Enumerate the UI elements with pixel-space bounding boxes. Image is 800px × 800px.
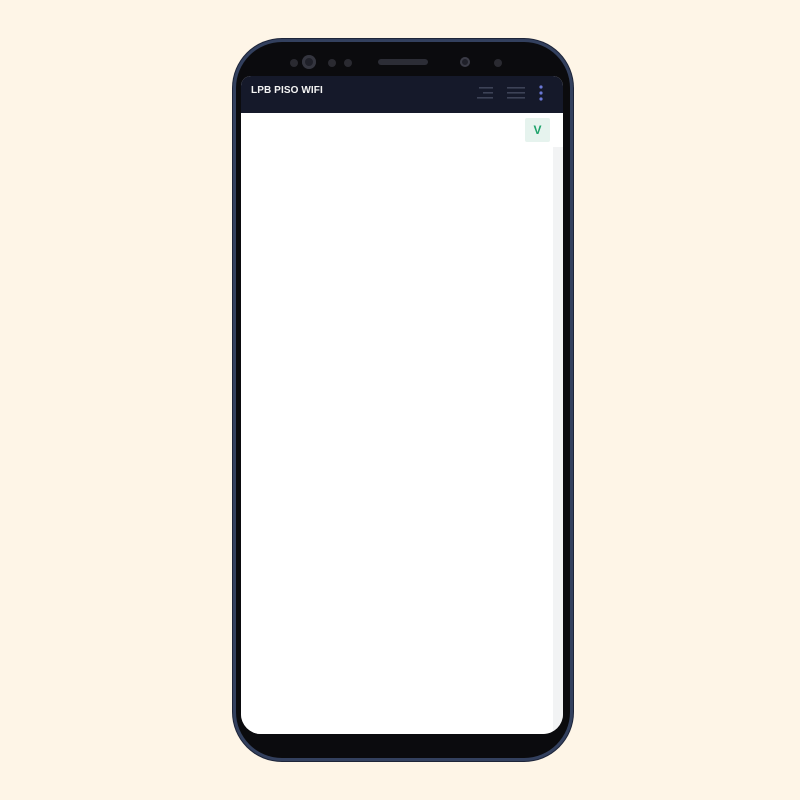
app-title: LPB PISO WIFI	[251, 85, 323, 96]
app-bar: LPB PISO WIFI	[241, 76, 563, 113]
filter-lines-icon[interactable]	[475, 84, 495, 102]
earpiece-speaker	[378, 59, 428, 65]
scrollbar-track[interactable]	[553, 147, 563, 734]
front-camera-icon	[460, 57, 470, 67]
power-button	[570, 234, 574, 288]
menu-lines-icon[interactable]	[505, 84, 527, 102]
more-vertical-icon[interactable]	[536, 84, 546, 102]
stage: LPB PISO WIFI V	[0, 0, 800, 800]
sensor-icon	[290, 59, 298, 67]
content-area	[241, 147, 553, 734]
sensor-icon	[328, 59, 336, 67]
sensor-icon	[494, 59, 502, 67]
sensor-icon	[344, 59, 352, 67]
version-badge[interactable]: V	[525, 118, 550, 142]
phone-screen: LPB PISO WIFI V	[241, 76, 563, 734]
sub-bar: V	[241, 113, 563, 147]
iris-scanner-icon	[302, 55, 316, 69]
